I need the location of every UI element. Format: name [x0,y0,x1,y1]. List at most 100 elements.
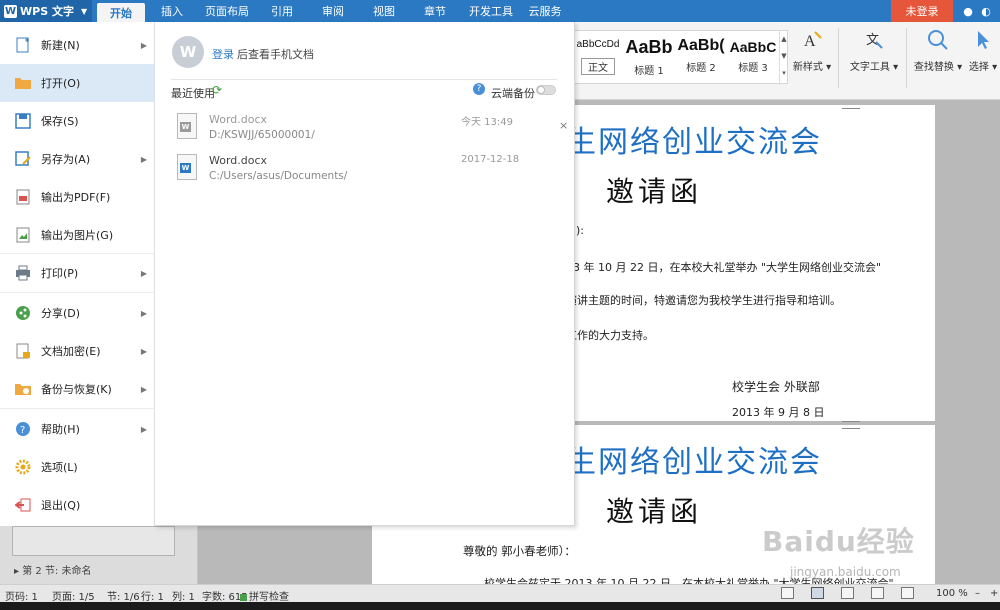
menu-save-as[interactable]: 另存为(A) ▶ [0,140,155,178]
new-style-button[interactable]: A 新样式 ▾ [792,26,832,73]
recent-file-row[interactable]: W Word.docx D:/KSWJJ/65000001/ 今天 13:49 … [171,110,568,148]
find-replace-button[interactable]: 查找替换 ▾ [912,26,964,73]
app-name: WPS 文字 [20,5,74,18]
user-icon[interactable]: ◐ [979,4,993,18]
doc-subtitle-page2: 邀请函 [606,495,703,528]
submenu-arrow-icon: ▶ [140,424,147,434]
zoom-level[interactable]: 100 % [936,588,968,599]
submenu-arrow-icon: ▶ [140,40,147,50]
spell-check-icon [240,594,247,601]
cursor-arrow-icon [978,31,989,49]
doc-text-line: 演讲主题的时间，特邀请您为我校学生进行指导和培训。 [566,294,841,307]
nav-section-item[interactable]: ▸ 第 2 节: 未命名 [14,562,91,577]
menu-save[interactable]: 保存(S) [0,102,155,140]
submenu-arrow-icon: ▶ [140,384,147,394]
skin-icon[interactable]: ● [961,4,975,18]
doc-date: 2013 年 9 月 8 日 [732,406,825,419]
toggle-knob [537,86,545,94]
doc-text-line: 工作的大力支持。 [566,329,654,342]
baidu-watermark-url: jingyan.baidu.com [790,565,901,579]
style-gallery-scroll[interactable]: ▲ ▼ ▾ [779,31,788,83]
lock-document-icon [14,342,32,360]
help-icon[interactable]: ? [473,83,485,95]
cloud-backup-label: 云端备份 [491,87,535,100]
web-view-icon[interactable] [901,587,914,599]
avatar[interactable]: W [172,36,204,68]
style-normal[interactable]: aBbCcDd 正文 [573,31,623,83]
reading-view-icon[interactable] [871,587,884,599]
login-link[interactable]: 登录 [212,46,234,62]
file-path: D:/KSWJJ/65000001/ [209,129,315,141]
menu-new[interactable]: 新建(N) ▶ [0,26,155,64]
tab-chapter[interactable]: 章节 [415,0,455,22]
file-menu: 新建(N) ▶ 打开(O) 保存(S) 另存为(A) ▶ 输出为PDF(F) 输出为… [0,22,155,526]
recent-file-row[interactable]: W Word.docx C:/Users/asus/Documents/ 201… [171,151,563,189]
submenu-arrow-icon: ▶ [140,154,147,164]
login-button[interactable]: 未登录 [891,0,953,22]
word-doc-icon: W [177,154,197,180]
tab-developer[interactable]: 开发工具 [462,0,520,22]
fullscreen-icon[interactable] [781,587,794,599]
exit-icon [14,496,32,514]
select-button[interactable]: 选择 ▾ [966,26,1000,73]
ribbon-separator [838,28,839,88]
spell-check-button[interactable]: 拼写检查 [240,588,289,603]
doc-signature: 校学生会 外联部 [732,380,820,394]
navigation-pane: ▸ 第 2 节: 未命名 [0,526,198,584]
share-icon [14,304,32,322]
style-gallery: aBbCcDd 正文 AaBb 标题 1 AaBb( 标题 2 AaBbC 标题… [572,30,788,84]
status-bar: 页码: 1 页面: 1/5 节: 1/6 行: 1 列: 1 字数: 615 拼… [0,584,1000,603]
find-replace-icon [928,30,948,50]
menu-open[interactable]: 打开(O) [0,64,155,102]
tab-home[interactable]: 开始 [97,3,145,22]
menu-divider [0,292,155,293]
outline-view-icon[interactable] [841,587,854,599]
cloud-backup-toggle[interactable] [536,85,556,95]
margin-marker [842,421,860,422]
style-heading-3[interactable]: AaBbC 标题 3 [727,31,779,83]
file-name: Word.docx [209,113,268,126]
menu-encrypt[interactable]: 文档加密(E) ▶ [0,332,155,370]
menu-help[interactable]: ? 帮助(H) ▶ [0,410,155,448]
doc-text-line: 3 年 10 月 22 日，在本校大礼堂举办 "大学生网络创业交流会" [573,261,882,274]
baidu-watermark: Baidu经验 [762,525,915,558]
style-heading-1[interactable]: AaBb 标题 1 [623,31,675,83]
image-icon [14,226,32,244]
tab-review[interactable]: 审阅 [313,0,353,22]
tab-view[interactable]: 视图 [364,0,404,22]
menu-options[interactable]: 选项(L) [0,448,155,486]
ribbon-separator [906,28,907,88]
zoom-out-icon[interactable]: – [975,588,980,599]
doc-greeting: 尊敬的 郭小春老师）： [463,544,576,558]
close-icon[interactable]: × [559,119,568,132]
menu-exit[interactable]: 退出(Q) [0,486,155,524]
menu-export-image[interactable]: 输出为图片(G) [0,216,155,254]
app-menu-button[interactable]: W WPS 文字 ▼ [0,0,92,22]
tab-cloud-service[interactable]: 云服务 [523,0,567,22]
style-heading-2[interactable]: AaBb( 标题 2 [675,31,727,83]
tab-references[interactable]: 引用 [262,0,302,22]
refresh-icon[interactable]: ⟳ [212,83,222,97]
file-time: 2017-12-18 [461,154,520,165]
navigation-thumbnail[interactable] [12,526,175,556]
pdf-icon [14,188,32,206]
login-hint-text: 后查看手机文档 [237,48,314,61]
word-doc-icon: W [177,113,197,139]
tab-insert[interactable]: 插入 [148,0,196,22]
status-page-code: 页码: 1 [5,592,38,603]
menu-export-pdf[interactable]: 输出为PDF(F) [0,178,155,216]
submenu-arrow-icon: ▶ [140,346,147,356]
gear-icon [14,458,32,476]
text-tools-button[interactable]: 文 文字工具 ▾ [846,26,902,73]
wps-logo-icon: W [4,4,17,18]
page-view-icon[interactable] [811,587,824,599]
save-icon [14,112,32,130]
menu-backup-restore[interactable]: 备份与恢复(K) ▶ [0,370,155,408]
menu-share[interactable]: 分享(D) ▶ [0,294,155,332]
status-page[interactable]: 页面: 1/5 [52,588,95,603]
menu-print[interactable]: 打印(P) ▶ [0,254,155,292]
tab-page-layout[interactable]: 页面布局 [198,0,256,22]
doc-subtitle-page1: 邀请函 [606,175,703,208]
zoom-in-icon[interactable]: + [990,588,998,599]
doc-text-line: ): [576,224,584,237]
